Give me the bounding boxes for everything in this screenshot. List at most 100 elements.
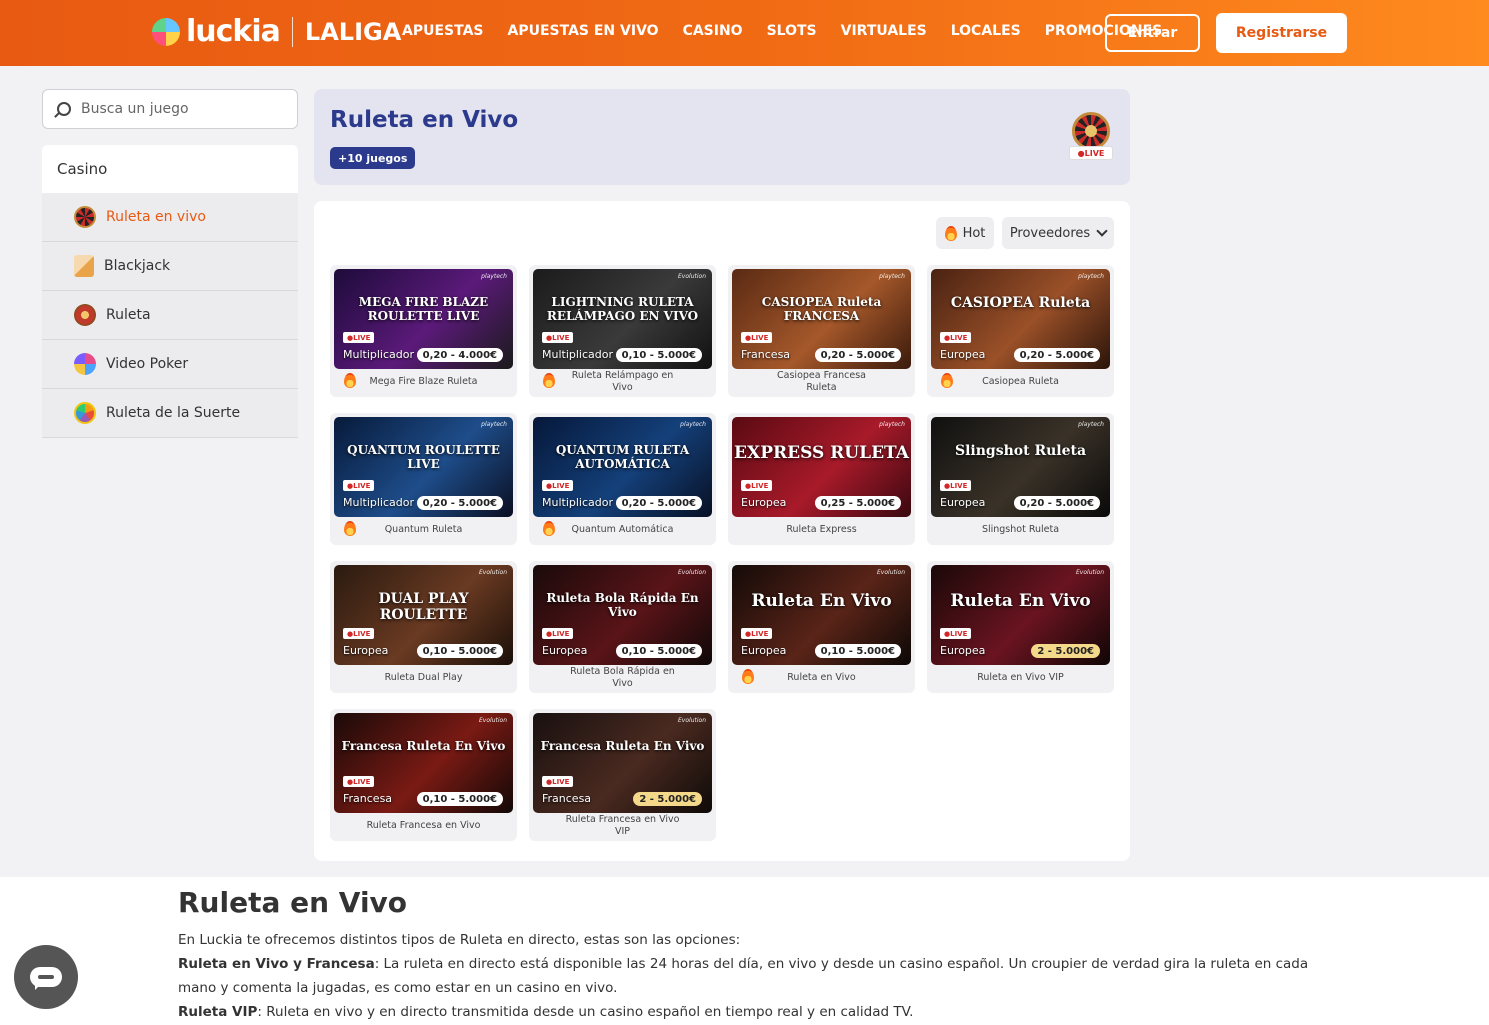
partner-logo: LALIGA xyxy=(304,17,402,46)
register-button[interactable]: Registrarse xyxy=(1216,13,1347,53)
game-variant: Francesa xyxy=(343,792,393,805)
live-roulette-hero-icon: ● LIVE xyxy=(1069,112,1113,160)
game-card[interactable]: playtech MEGA FIRE BLAZE ROULETTE LIVE ● L… xyxy=(330,265,517,397)
sidebar-item-ruleta[interactable]: Ruleta xyxy=(42,291,298,340)
provider-logo: playtech xyxy=(680,421,706,428)
game-thumbnail-title: Francesa Ruleta En Vivo xyxy=(341,739,506,753)
bet-range-badge: 0,10 - 5.000€ xyxy=(416,792,503,806)
game-card[interactable]: Evolution Ruleta En Vivo ● LIVE Europea 0,10… xyxy=(728,561,915,693)
nav-apuestas-en-vivo[interactable]: APUESTAS EN VIVO xyxy=(508,23,659,39)
search-input[interactable] xyxy=(81,101,281,117)
hot-filter-button[interactable]: Hot xyxy=(936,217,994,249)
game-thumbnail[interactable]: Evolution Ruleta Bola Rápida En Vivo ● LIV… xyxy=(533,565,712,665)
provider-logo: playtech xyxy=(879,421,905,428)
live-tag: ● LIVE xyxy=(1069,146,1113,160)
game-thumbnail[interactable]: Evolution Ruleta En Vivo ● LIVE Europea 2 - … xyxy=(931,565,1110,665)
game-thumbnail-title: MEGA FIRE BLAZE ROULETTE LIVE xyxy=(358,295,489,323)
game-thumbnail-title: Francesa Ruleta En Vivo xyxy=(540,739,705,753)
bet-range-badge: 0,20 - 5.000€ xyxy=(615,496,702,510)
chat-icon xyxy=(30,967,62,990)
game-thumbnail[interactable]: Evolution LIGHTNING RULETA RELÁMPAGO EN V… xyxy=(533,269,712,369)
live-badge: ● LIVE xyxy=(940,480,972,491)
chat-button[interactable] xyxy=(14,945,78,1009)
game-thumbnail[interactable]: Evolution Ruleta En Vivo ● LIVE Europea 0,10… xyxy=(732,565,911,665)
provider-logo: Evolution xyxy=(877,569,905,576)
live-badge: ● LIVE xyxy=(343,776,375,787)
nav-casino[interactable]: CASINO xyxy=(683,23,743,39)
game-thumbnail[interactable]: playtech Slingshot Ruleta ● LIVE Europea 0,2… xyxy=(931,417,1110,517)
live-badge: ● LIVE xyxy=(940,332,972,343)
sidebar-item-ruleta-de-la-suerte[interactable]: Ruleta de la Suerte xyxy=(42,389,298,438)
game-card[interactable]: Evolution Francesa Ruleta En Vivo ● LIVE Fr… xyxy=(529,709,716,841)
game-card[interactable]: Evolution LIGHTNING RULETA RELÁMPAGO EN V… xyxy=(529,265,716,397)
provider-logo: playtech xyxy=(1078,421,1104,428)
seo-text: En Luckia te ofrecemos distintos tipos d… xyxy=(178,928,1328,1024)
game-thumbnail[interactable]: playtech CASIOPEA Ruleta FRANCESA ● LIVE Fr… xyxy=(732,269,911,369)
nav-apuestas[interactable]: APUESTAS xyxy=(402,23,484,39)
hot-flame-icon xyxy=(742,669,754,684)
game-name: Slingshot Ruleta xyxy=(981,524,1060,535)
category-hero: Ruleta en Vivo +10 juegos xyxy=(314,89,1130,185)
bet-range-badge: 0,20 - 4.000€ xyxy=(416,348,503,362)
nav-virtuales[interactable]: VIRTUALES xyxy=(841,23,927,39)
game-variant: Multiplicador xyxy=(542,496,614,509)
game-variant: Europea xyxy=(940,644,986,657)
roulette-icon xyxy=(74,304,96,326)
game-name: Ruleta Bola Rápida en Vivo xyxy=(570,666,675,689)
live-badge: ● LIVE xyxy=(343,480,375,491)
sidebar-item-ruleta-en-vivo[interactable]: Ruleta en vivo xyxy=(42,193,298,242)
game-card[interactable]: playtech QUANTUM ROULETTE LIVE ● LIVE Multi… xyxy=(330,413,517,545)
sidebar-item-label: Ruleta en vivo xyxy=(106,209,206,225)
game-card[interactable]: playtech QUANTUM RULETA AUTOMÁTICA ● LIVE M… xyxy=(529,413,716,545)
game-card[interactable]: playtech CASIOPEA Ruleta ● LIVE Europea 0,20… xyxy=(927,265,1114,397)
game-name: Ruleta Francesa en Vivo xyxy=(366,820,481,831)
game-card[interactable]: playtech Slingshot Ruleta ● LIVE Europea 0,2… xyxy=(927,413,1114,545)
game-thumbnail[interactable]: playtech MEGA FIRE BLAZE ROULETTE LIVE ● L… xyxy=(334,269,513,369)
seo-intro: En Luckia te ofrecemos distintos tipos d… xyxy=(178,932,741,948)
game-thumbnail[interactable]: Evolution Francesa Ruleta En Vivo ● LIVE Fr… xyxy=(334,713,513,813)
game-card[interactable]: Evolution Ruleta En Vivo ● LIVE Europea 2 - … xyxy=(927,561,1114,693)
live-badge: ● LIVE xyxy=(741,332,773,343)
provider-logo: playtech xyxy=(879,273,905,280)
bet-range-badge: 0,10 - 5.000€ xyxy=(615,348,702,362)
hot-flame-icon xyxy=(941,373,953,388)
provider-logo: Evolution xyxy=(479,569,507,576)
game-thumbnail-title: Slingshot Ruleta xyxy=(954,443,1087,459)
game-variant: Europea xyxy=(940,348,986,361)
sidebar-item-label: Blackjack xyxy=(104,258,171,274)
game-search[interactable] xyxy=(42,89,298,129)
provider-logo: Evolution xyxy=(678,717,706,724)
sidebar-item-video-poker[interactable]: Video Poker xyxy=(42,340,298,389)
bet-range-badge: 2 - 5.000€ xyxy=(1031,644,1100,658)
game-thumbnail-title: CASIOPEA Ruleta FRANCESA xyxy=(761,295,882,323)
game-card[interactable]: Evolution Ruleta Bola Rápida En Vivo ● LIV… xyxy=(529,561,716,693)
nav-locales[interactable]: LOCALES xyxy=(951,23,1021,39)
game-thumbnail[interactable]: playtech QUANTUM RULETA AUTOMÁTICA ● LIVE M… xyxy=(533,417,712,517)
game-thumbnail[interactable]: playtech QUANTUM ROULETTE LIVE ● LIVE Multi… xyxy=(334,417,513,517)
game-variant: Francesa xyxy=(542,792,592,805)
game-variant: Francesa xyxy=(741,348,791,361)
game-card[interactable]: playtech EXPRESS RULETA ● LIVE Europea 0,25 … xyxy=(728,413,915,545)
game-card[interactable]: Evolution Francesa Ruleta En Vivo ● LIVE Fr… xyxy=(330,709,517,841)
provider-logo: Evolution xyxy=(678,273,706,280)
nav-slots[interactable]: SLOTS xyxy=(767,23,817,39)
game-thumbnail-title: CASIOPEA Ruleta xyxy=(950,295,1091,311)
site-logo[interactable]: luckia LALIGA xyxy=(152,14,401,49)
game-thumbnail[interactable]: playtech CASIOPEA Ruleta ● LIVE Europea 0,20… xyxy=(931,269,1110,369)
game-variant: Multiplicador xyxy=(343,348,415,361)
provider-logo: playtech xyxy=(481,421,507,428)
game-card[interactable]: playtech CASIOPEA Ruleta FRANCESA ● LIVE Fr… xyxy=(728,265,915,397)
login-button[interactable]: Entrar xyxy=(1105,14,1200,52)
game-card[interactable]: Evolution DUAL PLAY ROULETTE ● LIVE Europea… xyxy=(330,561,517,693)
bet-range-badge: 0,10 - 5.000€ xyxy=(615,644,702,658)
game-thumbnail[interactable]: playtech EXPRESS RULETA ● LIVE Europea 0,25 … xyxy=(732,417,911,517)
sidebar-item-label: Ruleta de la Suerte xyxy=(106,405,241,421)
providers-dropdown[interactable]: Proveedores xyxy=(1002,217,1114,249)
game-thumbnail[interactable]: Evolution Francesa Ruleta En Vivo ● LIVE Fr… xyxy=(533,713,712,813)
live-badge: ● LIVE xyxy=(542,776,574,787)
live-badge: ● LIVE xyxy=(343,628,375,639)
provider-logo: playtech xyxy=(1078,273,1104,280)
sidebar-item-blackjack[interactable]: Blackjack xyxy=(42,242,298,291)
game-thumbnail[interactable]: Evolution DUAL PLAY ROULETTE ● LIVE Europea… xyxy=(334,565,513,665)
live-badge: ● LIVE xyxy=(940,628,972,639)
